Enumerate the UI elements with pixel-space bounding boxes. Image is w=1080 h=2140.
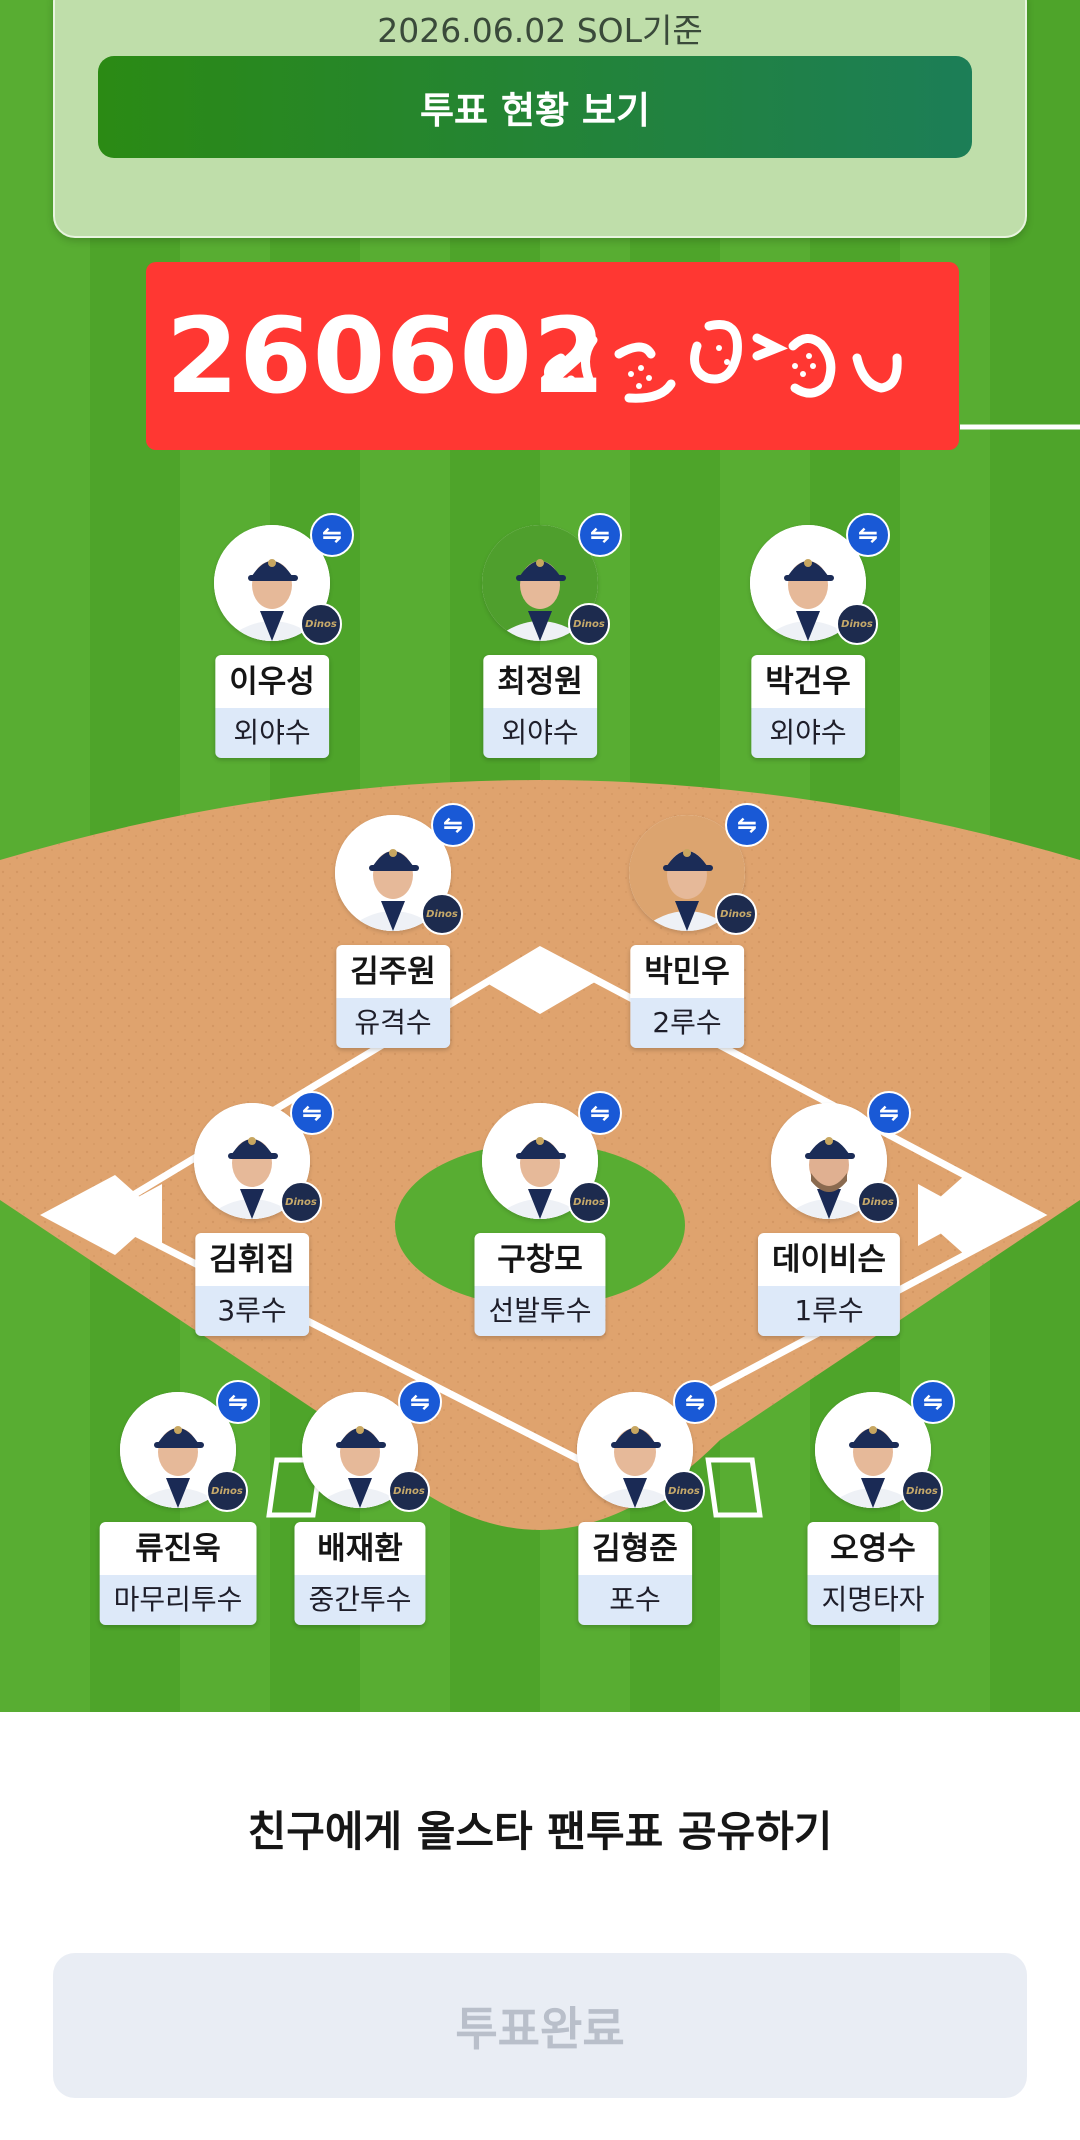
player-name: 김휘집 xyxy=(195,1233,309,1286)
player-name-tag: 최정원 외야수 xyxy=(483,655,597,758)
player-name: 데이비슨 xyxy=(757,1233,901,1286)
swap-icon[interactable]: ⇋ xyxy=(867,1091,911,1135)
player-card[interactable]: ⇋ Dinos 김휘집 3루수 xyxy=(172,1091,334,1343)
team-logo-icon: Dinos xyxy=(857,1181,899,1223)
vote-complete-button[interactable]: 투표완료 xyxy=(53,1953,1027,2098)
player-name: 이우성 xyxy=(215,655,329,708)
team-logo-icon: Dinos xyxy=(300,603,342,645)
player-position: 포수 xyxy=(578,1575,692,1625)
player-name-tag: 오영수 지명타자 xyxy=(807,1522,939,1625)
player-card[interactable]: ⇋ Dinos 오영수 지명타자 xyxy=(793,1380,955,1632)
player-position: 2루수 xyxy=(630,998,744,1048)
team-logo-icon: Dinos xyxy=(280,1181,322,1223)
share-with-friends-link[interactable]: 친구에게 올스타 팬투표 공유하기 xyxy=(0,1798,1080,1859)
vote-status-button[interactable]: 투표 현황 보기 xyxy=(98,56,972,158)
swap-icon[interactable]: ⇋ xyxy=(431,803,475,847)
player-position: 선발투수 xyxy=(474,1286,606,1336)
player-card[interactable]: ⇋ Dinos 박건우 외야수 xyxy=(728,513,890,765)
player-card[interactable]: ⇋ Dinos 박민우 2루수 xyxy=(607,803,769,1055)
swap-icon[interactable]: ⇋ xyxy=(310,513,354,557)
player-name: 구창모 xyxy=(474,1233,606,1286)
player-name-tag: 배재환 중간투수 xyxy=(294,1522,426,1625)
player-name-tag: 구창모 선발투수 xyxy=(474,1233,606,1336)
swap-icon[interactable]: ⇋ xyxy=(290,1091,334,1135)
date-text: 2026.06.02 SOL기준 xyxy=(377,11,703,50)
player-position: 마무리투수 xyxy=(99,1575,257,1625)
player-card[interactable]: ⇋ Dinos 배재환 중간투수 xyxy=(280,1380,442,1632)
player-name: 오영수 xyxy=(807,1522,939,1575)
date-banner: 260602 xyxy=(146,262,959,450)
player-name: 김형준 xyxy=(578,1522,692,1575)
player-card[interactable]: ⇋ Dinos 데이비슨 1루수 xyxy=(749,1091,911,1343)
player-name-tag: 박건우 외야수 xyxy=(751,655,865,758)
player-card[interactable]: ⇋ Dinos 김형준 포수 xyxy=(555,1380,717,1632)
player-card[interactable]: ⇋ Dinos 최정원 외야수 xyxy=(460,513,622,765)
swap-icon[interactable]: ⇋ xyxy=(578,1091,622,1135)
player-position: 지명타자 xyxy=(807,1575,939,1625)
swap-icon[interactable]: ⇋ xyxy=(216,1380,260,1424)
swap-icon[interactable]: ⇋ xyxy=(673,1380,717,1424)
player-name-tag: 김휘집 3루수 xyxy=(195,1233,309,1336)
team-logo-icon: Dinos xyxy=(663,1470,705,1512)
player-name-tag: 박민우 2루수 xyxy=(630,945,744,1048)
player-card[interactable]: ⇋ Dinos 류진욱 마무리투수 xyxy=(98,1380,260,1632)
player-name: 류진욱 xyxy=(99,1522,257,1575)
player-position: 1루수 xyxy=(757,1286,901,1336)
baseball-field: 2026.06.02 SOL기준 투표 현황 보기 260602 ⇋ Dinos… xyxy=(0,0,1080,1712)
player-card[interactable]: ⇋ Dinos 김주원 유격수 xyxy=(313,803,475,1055)
player-position: 중간투수 xyxy=(294,1575,426,1625)
decorative-script-graphic xyxy=(544,320,902,403)
player-name-tag: 이우성 외야수 xyxy=(215,655,329,758)
team-logo-icon: Dinos xyxy=(568,1181,610,1223)
player-name-tag: 데이비슨 1루수 xyxy=(757,1233,901,1336)
team-logo-icon: Dinos xyxy=(568,603,610,645)
player-name-tag: 김주원 유격수 xyxy=(336,945,450,1048)
player-name: 박민우 xyxy=(630,945,744,998)
player-position: 외야수 xyxy=(751,708,865,758)
team-logo-icon: Dinos xyxy=(715,893,757,935)
swap-icon[interactable]: ⇋ xyxy=(725,803,769,847)
swap-icon[interactable]: ⇋ xyxy=(846,513,890,557)
player-name: 김주원 xyxy=(336,945,450,998)
info-card: 2026.06.02 SOL기준 투표 현황 보기 xyxy=(53,0,1027,238)
player-card[interactable]: ⇋ Dinos 이우성 외야수 xyxy=(192,513,354,765)
player-name-tag: 류진욱 마무리투수 xyxy=(99,1522,257,1625)
player-name: 배재환 xyxy=(294,1522,426,1575)
team-logo-icon: Dinos xyxy=(206,1470,248,1512)
swap-icon[interactable]: ⇋ xyxy=(578,513,622,557)
team-logo-icon: Dinos xyxy=(836,603,878,645)
swap-icon[interactable]: ⇋ xyxy=(911,1380,955,1424)
player-name: 최정원 xyxy=(483,655,597,708)
player-position: 외야수 xyxy=(483,708,597,758)
player-position: 3루수 xyxy=(195,1286,309,1336)
team-logo-icon: Dinos xyxy=(388,1470,430,1512)
player-name-tag: 김형준 포수 xyxy=(578,1522,692,1625)
player-position: 유격수 xyxy=(336,998,450,1048)
player-position: 외야수 xyxy=(215,708,329,758)
team-logo-icon: Dinos xyxy=(421,893,463,935)
player-card[interactable]: ⇋ Dinos 구창모 선발투수 xyxy=(460,1091,622,1343)
swap-icon[interactable]: ⇋ xyxy=(398,1380,442,1424)
team-logo-icon: Dinos xyxy=(901,1470,943,1512)
player-name: 박건우 xyxy=(751,655,865,708)
